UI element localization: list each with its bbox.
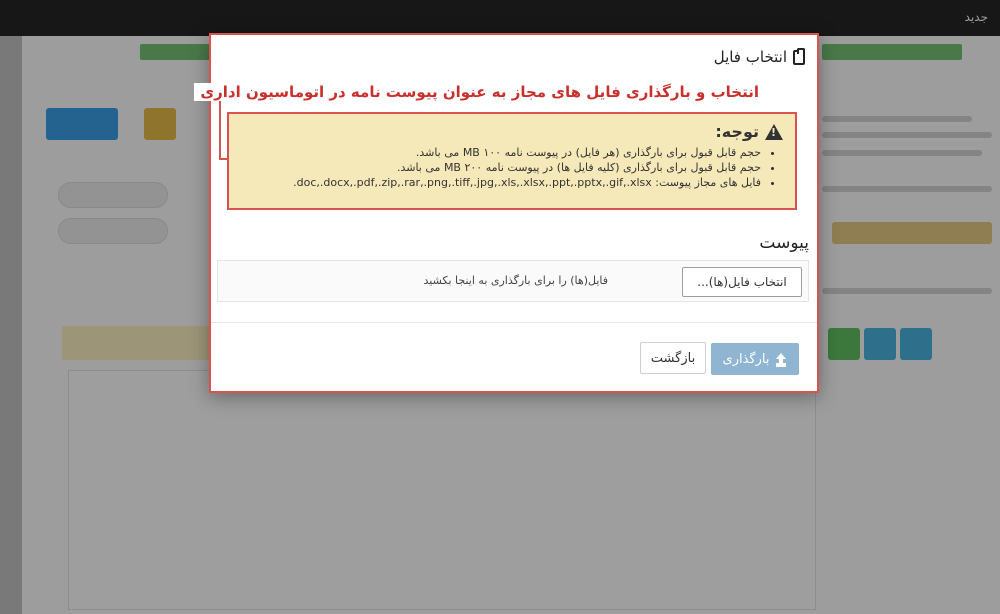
drop-hint: فایل(ها) را برای بارگذاری به اینجا بکشید bbox=[423, 274, 609, 287]
alert-list: حجم قابل قبول برای بارگذاری (هر فایل) در… bbox=[243, 145, 783, 190]
file-dropzone[interactable]: انتخاب فایل(ها)... فایل(ها) را برای بارگ… bbox=[217, 260, 809, 302]
modal-title-text: انتخاب فایل bbox=[713, 48, 787, 66]
alert-title-text: توجه: bbox=[715, 122, 759, 141]
annotation-caption: انتخاب و بارگذاری فایل های مجاز به عنوان… bbox=[194, 83, 765, 101]
upload-label: بارگذاری bbox=[722, 351, 770, 367]
choose-files-button[interactable]: انتخاب فایل(ها)... bbox=[682, 267, 802, 297]
clipboard-icon bbox=[793, 47, 805, 65]
warning-icon bbox=[765, 123, 783, 140]
alert-title: توجه: bbox=[243, 122, 783, 141]
back-button[interactable]: بازگشت bbox=[640, 342, 706, 374]
choose-files-label: انتخاب فایل(ها)... bbox=[697, 275, 787, 289]
modal-title: انتخاب فایل bbox=[713, 47, 805, 66]
alert-item: حجم قابل قبول برای بارگذاری (هر فایل) در… bbox=[243, 145, 761, 160]
alert-item: حجم قابل قبول برای بارگذاری (کلیه فایل ه… bbox=[243, 160, 761, 175]
upload-button[interactable]: بارگذاری bbox=[711, 343, 799, 375]
modal-header: انتخاب فایل bbox=[211, 35, 817, 79]
alert-item: فایل های مجاز پیوست: doc,.docx,.pdf,.zip… bbox=[243, 175, 761, 190]
warning-alert: توجه: حجم قابل قبول برای بارگذاری (هر فا… bbox=[227, 112, 797, 210]
file-select-modal: انتخاب فایل انتخاب و بارگذاری فایل های م… bbox=[194, 33, 819, 393]
footer-divider bbox=[211, 322, 817, 323]
upload-icon bbox=[775, 353, 787, 365]
annotation-connector bbox=[219, 94, 221, 160]
attachment-section-title: پیوست bbox=[759, 233, 809, 253]
back-label: بازگشت bbox=[650, 350, 696, 366]
